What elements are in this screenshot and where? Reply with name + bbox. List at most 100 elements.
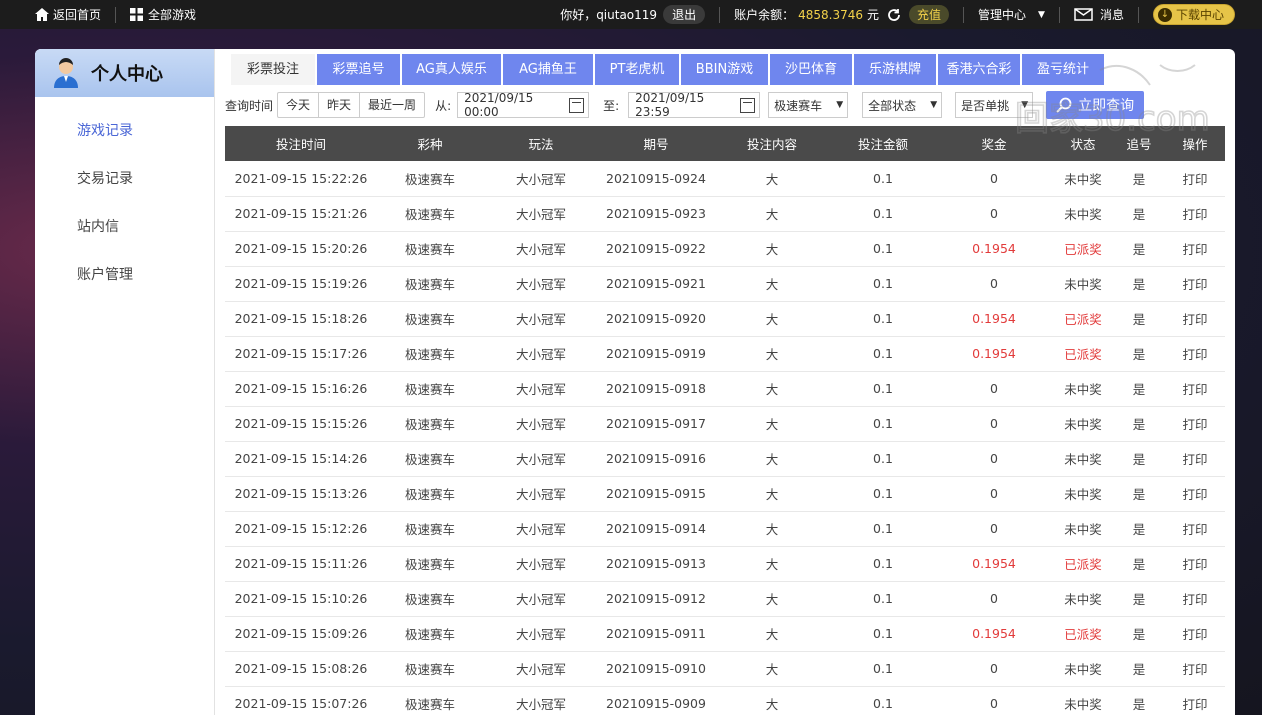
print-action[interactable]: 打印 <box>1165 476 1225 512</box>
user-greeting: 你好，qiutao119 退出 <box>560 0 706 29</box>
print-action[interactable]: 打印 <box>1165 231 1225 267</box>
print-action[interactable]: 打印 <box>1165 686 1225 715</box>
status-select[interactable]: 全部状态 ▼ <box>862 92 943 118</box>
today-button[interactable]: 今天 <box>278 93 320 117</box>
print-action[interactable]: 打印 <box>1165 651 1225 687</box>
tab-leyou-chess[interactable]: 乐游棋牌 <box>854 54 936 85</box>
bet-content-cell: 大 <box>713 616 831 652</box>
end-date-input[interactable]: 2021/09/15 23:59 <box>628 91 761 119</box>
prize-cell: 0 <box>935 406 1053 442</box>
tab-ag-fishing[interactable]: AG捕鱼王 <box>503 54 593 85</box>
bet-time-cell: 2021-09-15 15:07:26 <box>225 686 377 715</box>
game-select-value: 极速赛车 <box>774 98 823 113</box>
game-select[interactable]: 极速赛车 ▼ <box>768 92 849 118</box>
tab-ag-live[interactable]: AG真人娱乐 <box>402 54 501 85</box>
chevron-down-icon: ▼ <box>1038 9 1045 20</box>
lottery-type-cell: 极速赛车 <box>377 616 483 652</box>
status-cell: 未中奖 <box>1053 371 1113 407</box>
issue-number-cell: 20210915-0909 <box>599 686 713 715</box>
chase-cell: 是 <box>1113 406 1165 442</box>
watermark-text: 回家30.com <box>1015 99 1210 139</box>
prize-cell: 0.1954 <box>935 546 1053 582</box>
prize-cell: 0 <box>935 651 1053 687</box>
query-time-label: 查询时间 <box>225 98 274 113</box>
print-action[interactable]: 打印 <box>1165 301 1225 337</box>
logout-button[interactable]: 退出 <box>663 5 706 24</box>
lottery-type-cell: 极速赛车 <box>377 651 483 687</box>
print-action[interactable]: 打印 <box>1165 616 1225 652</box>
status-cell: 未中奖 <box>1053 406 1113 442</box>
start-date-input[interactable]: 2021/09/15 00:00 <box>457 91 590 119</box>
status-cell: 未中奖 <box>1053 441 1113 477</box>
bet-content-cell: 大 <box>713 511 831 547</box>
table-row: 2021-09-15 15:10:26 极速赛车 大小冠军 20210915-0912… <box>225 581 1225 617</box>
prize-cell: 0 <box>935 581 1053 617</box>
print-action[interactable]: 打印 <box>1165 336 1225 372</box>
calendar-icon[interactable] <box>568 97 585 113</box>
print-action[interactable]: 打印 <box>1165 581 1225 617</box>
bet-time-cell: 2021-09-15 15:18:26 <box>225 301 377 337</box>
tab-lottery-bets[interactable]: 彩票投注 <box>231 54 315 85</box>
from-label: 从: <box>435 98 452 113</box>
print-action[interactable]: 打印 <box>1165 196 1225 232</box>
calendar-icon[interactable] <box>739 97 756 113</box>
issue-number-cell: 20210915-0922 <box>599 231 713 267</box>
prize-cell: 0 <box>935 476 1053 512</box>
lottery-type-cell: 极速赛车 <box>377 441 483 477</box>
tab-pt-slots[interactable]: PT老虎机 <box>595 54 679 85</box>
sidebar-item-account[interactable]: 账户管理 <box>35 251 214 299</box>
tab-lottery-chase[interactable]: 彩票追号 <box>317 54 400 85</box>
table-row: 2021-09-15 15:19:26 极速赛车 大小冠军 20210915-0921… <box>225 266 1225 302</box>
issue-number-cell: 20210915-0914 <box>599 511 713 547</box>
print-action[interactable]: 打印 <box>1165 406 1225 442</box>
print-action[interactable]: 打印 <box>1165 441 1225 477</box>
tab-bbin-games[interactable]: BBIN游戏 <box>681 54 768 85</box>
status-cell: 未中奖 <box>1053 581 1113 617</box>
home-link[interactable]: 返回首页 <box>35 0 101 29</box>
issue-number-cell: 20210915-0912 <box>599 581 713 617</box>
bet-time-cell: 2021-09-15 15:08:26 <box>225 651 377 687</box>
divider <box>963 6 965 23</box>
chase-cell: 是 <box>1113 196 1165 232</box>
prize-cell: 0 <box>935 686 1053 715</box>
divider <box>1058 6 1060 23</box>
tab-saba-sports[interactable]: 沙巴体育 <box>770 54 852 85</box>
bet-content-cell: 大 <box>713 301 831 337</box>
status-cell: 未中奖 <box>1053 511 1113 547</box>
bet-amount-cell: 0.1 <box>831 371 935 407</box>
print-action[interactable]: 打印 <box>1165 546 1225 582</box>
recharge-button[interactable]: 充值 <box>909 5 950 24</box>
issue-number-cell: 20210915-0919 <box>599 336 713 372</box>
sidebar-item-inbox[interactable]: 站内信 <box>35 203 214 251</box>
bet-time-cell: 2021-09-15 15:17:26 <box>225 336 377 372</box>
refresh-icon[interactable] <box>887 8 901 22</box>
bet-content-cell: 大 <box>713 336 831 372</box>
play-type-cell: 大小冠军 <box>483 511 599 547</box>
play-type-cell: 大小冠军 <box>483 266 599 302</box>
print-action[interactable]: 打印 <box>1165 371 1225 407</box>
chase-cell: 是 <box>1113 651 1165 687</box>
user-avatar-icon <box>54 58 78 88</box>
bet-content-cell: 大 <box>713 406 831 442</box>
print-action[interactable]: 打印 <box>1165 266 1225 302</box>
sidebar-item-game-records[interactable]: 游戏记录 <box>35 107 214 155</box>
divider <box>719 6 721 23</box>
column-header: 玩法 <box>483 126 599 161</box>
chase-cell: 是 <box>1113 231 1165 267</box>
all-games-link[interactable]: 全部游戏 <box>130 0 196 29</box>
download-button[interactable]: ↓ 下载中心 <box>1152 4 1235 25</box>
divider <box>1137 6 1139 23</box>
print-action[interactable]: 打印 <box>1165 511 1225 547</box>
sidebar-item-transactions[interactable]: 交易记录 <box>35 155 214 203</box>
yesterday-button[interactable]: 昨天 <box>319 93 361 117</box>
messages-link[interactable]: 消息 <box>1074 0 1124 29</box>
admin-menu[interactable]: 管理中心 ▼ <box>978 0 1045 29</box>
start-date-value: 2021/09/15 00:00 <box>464 91 534 119</box>
chase-cell: 是 <box>1113 511 1165 547</box>
last-week-button[interactable]: 最近一周 <box>360 93 424 117</box>
greeting-text: 你好，qiutao119 <box>560 8 658 22</box>
print-action[interactable]: 打印 <box>1165 161 1225 197</box>
play-type-cell: 大小冠军 <box>483 581 599 617</box>
status-cell: 已派奖 <box>1053 231 1113 267</box>
chase-cell: 是 <box>1113 301 1165 337</box>
